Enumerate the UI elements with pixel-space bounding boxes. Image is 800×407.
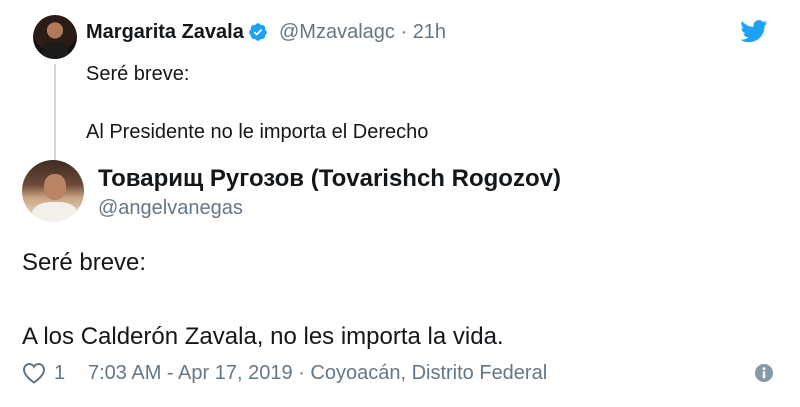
separator: · [298, 362, 305, 384]
tweet-time[interactable]: 21h [413, 21, 446, 43]
author-handle[interactable]: @angelvanegas [98, 196, 243, 220]
tweet-timestamp[interactable]: 7:03 AM - Apr 17, 2019 [88, 362, 293, 384]
like-button[interactable]: 1 [22, 358, 65, 388]
tweet-text-line: Seré breve: [22, 249, 147, 276]
tweet-text-line: A los Calderón Zavala, no les importa la… [22, 323, 504, 350]
verified-badge-icon [249, 23, 267, 41]
avatar-face [44, 174, 66, 200]
thread-connector-line [54, 64, 56, 162]
parent-tweet-text: Seré breve: Al Presidente no le importa … [86, 60, 726, 146]
twitter-bird-icon[interactable] [740, 20, 768, 43]
tweet-location[interactable]: Coyoacán, Distrito Federal [310, 362, 547, 384]
avatar[interactable] [33, 15, 77, 59]
like-count: 1 [54, 362, 66, 384]
avatar[interactable] [22, 160, 84, 222]
avatar-shirt [32, 202, 78, 222]
heart-icon [22, 362, 46, 384]
main-tweet-text: Seré breve: A los Calderón Zavala, no le… [22, 248, 782, 352]
tweet-text-line: Seré breve: [86, 63, 190, 85]
parent-tweet-header: Margarita Zavala @Mzavalagc · 21h [86, 20, 446, 44]
author-handle[interactable]: @Mzavalagc [279, 21, 395, 43]
author-name[interactable]: Margarita Zavala [86, 21, 244, 43]
embedded-tweet: Margarita Zavala @Mzavalagc · 21h Seré b… [0, 0, 800, 407]
tweet-meta: 7:03 AM - Apr 17, 2019 · Coyoacán, Distr… [88, 358, 547, 388]
author-name[interactable]: Товарищ Ругозов (Tovarishch Rogozov) [98, 164, 561, 194]
tweet-footer: 1 7:03 AM - Apr 17, 2019 · Coyoacán, Dis… [22, 358, 774, 388]
separator: · [400, 21, 408, 43]
tweet-text-line: Al Presidente no le importa el Derecho [86, 121, 429, 143]
main-tweet-author[interactable]: Товарищ Ругозов (Tovarishch Rogozov) @an… [22, 160, 782, 224]
info-icon[interactable] [754, 363, 774, 383]
